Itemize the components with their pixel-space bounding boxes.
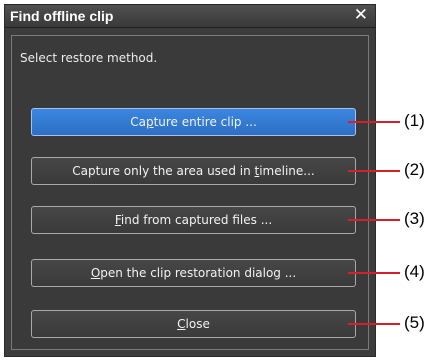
callout-line-5 bbox=[348, 323, 400, 325]
callout-label-1: (1) bbox=[404, 111, 425, 130]
callout-label-2: (2) bbox=[404, 160, 425, 179]
capture-area-timeline-button[interactable]: Capture only the area used in timeline..… bbox=[31, 157, 356, 185]
restore-method-prompt: Select restore method. bbox=[20, 51, 158, 65]
callout-label-3: (3) bbox=[404, 209, 425, 228]
callout-label-4: (4) bbox=[404, 262, 425, 281]
find-captured-files-button[interactable]: Find from captured files ... bbox=[31, 206, 356, 234]
callout-line-4 bbox=[348, 272, 400, 274]
callout-line-1 bbox=[348, 121, 400, 123]
content-panel bbox=[11, 35, 369, 350]
mnemonic-c: C bbox=[177, 317, 186, 331]
close-icon[interactable]: ✕ bbox=[354, 5, 368, 25]
callout-label-5: (5) bbox=[404, 313, 425, 332]
dialog-title: Find offline clip bbox=[10, 8, 114, 24]
close-button[interactable]: Close bbox=[31, 310, 356, 338]
title-bar[interactable]: Find offline clip ✕ bbox=[5, 5, 375, 28]
callout-line-3 bbox=[348, 219, 400, 221]
open-restoration-dialog-button[interactable]: Open the clip restoration dialog ... bbox=[31, 259, 356, 287]
mnemonic-p: p bbox=[145, 115, 154, 129]
capture-entire-clip-button[interactable]: Capture entire clip ... bbox=[31, 108, 356, 136]
mnemonic-o: O bbox=[90, 266, 101, 280]
callout-line-2 bbox=[348, 170, 400, 172]
